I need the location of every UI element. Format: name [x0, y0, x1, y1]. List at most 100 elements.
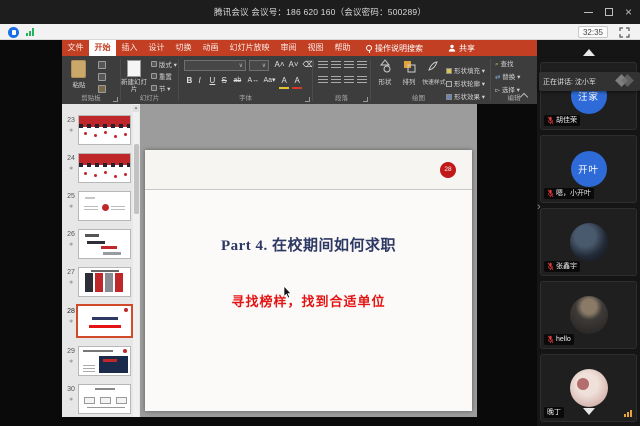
- current-slide[interactable]: 28 Part 4. 在校期间如何求职 寻找榜样，找到合适单位: [145, 150, 472, 411]
- thumbnail-slide-25[interactable]: [78, 191, 131, 221]
- group-editing: ⌕ 查找 ⇄ 替换 ▾ ▻ 选择 ▾ 编辑: [491, 56, 537, 104]
- thumb-number: 29: [65, 348, 77, 355]
- reset-button[interactable]: 重置: [151, 73, 172, 82]
- paragraph-dialog-launcher[interactable]: [363, 97, 368, 102]
- thumbnail-slide-27[interactable]: [78, 267, 131, 297]
- tab-review[interactable]: 审阅: [275, 40, 302, 56]
- speaking-now-banner: 正在讲话: 沈小军: [539, 72, 640, 91]
- font-dialog-launcher[interactable]: [305, 97, 310, 102]
- highlight-color-icon[interactable]: A: [279, 75, 289, 89]
- font-color-icon[interactable]: A: [292, 75, 302, 89]
- new-slide-label[interactable]: 新建幻灯片: [121, 79, 147, 93]
- mouse-cursor: [283, 286, 292, 299]
- indent-decrease-icon[interactable]: [344, 61, 354, 70]
- tab-home[interactable]: 开始: [89, 40, 116, 56]
- cut-icon[interactable]: [98, 61, 106, 69]
- participant-tile-4[interactable]: hello: [540, 281, 637, 349]
- tab-animations[interactable]: 动画: [197, 40, 224, 56]
- minimize-icon[interactable]: [584, 12, 593, 13]
- reset-icon: [151, 73, 157, 79]
- shrink-font-icon[interactable]: A˅: [286, 59, 301, 71]
- thumb-number: 25: [65, 193, 77, 200]
- meeting-app-icon[interactable]: [8, 27, 19, 38]
- slide-header-band: [145, 150, 472, 190]
- muted-mic-icon: [547, 335, 554, 344]
- clipboard-dialog-launcher[interactable]: [113, 97, 118, 102]
- text-shadow-button[interactable]: ab: [231, 75, 244, 87]
- slide-workspace: 28 Part 4. 在校期间如何求职 寻找榜样，找到合适单位: [140, 104, 477, 417]
- align-right-icon[interactable]: [344, 76, 354, 85]
- find-button[interactable]: ⌕ 查找: [495, 60, 513, 69]
- avatar: [570, 296, 608, 334]
- muted-mic-icon: [547, 189, 554, 198]
- animation-star-icon: ∗: [65, 241, 77, 248]
- group-clipboard: 粘贴 剪贴板: [62, 56, 120, 104]
- thumbnail-scrollbar[interactable]: ▴: [133, 104, 139, 417]
- align-center-icon[interactable]: [331, 76, 341, 85]
- scroll-participants-down-icon[interactable]: [583, 408, 595, 415]
- copy-icon[interactable]: [98, 73, 106, 81]
- tab-design[interactable]: 设计: [143, 40, 170, 56]
- scroll-up-icon[interactable]: ▴: [133, 105, 139, 112]
- ppt-share-button[interactable]: 共享: [448, 40, 475, 56]
- paste-label[interactable]: 粘贴: [67, 81, 91, 90]
- change-case-icon[interactable]: Aa▾: [261, 75, 278, 87]
- tab-transitions[interactable]: 切换: [170, 40, 197, 56]
- indent-increase-icon[interactable]: [357, 61, 367, 70]
- layout-icon: [151, 61, 157, 67]
- thumbnail-slide-29[interactable]: [78, 346, 131, 376]
- slide-subtitle[interactable]: 寻找榜样，找到合适单位: [145, 291, 472, 310]
- thumbnail-slide-28-selected[interactable]: [76, 304, 133, 338]
- replace-button[interactable]: ⇄ 替换 ▾: [495, 73, 520, 82]
- numbering-icon[interactable]: [331, 61, 341, 70]
- thumbnail-slide-24[interactable]: [78, 153, 131, 183]
- tab-view[interactable]: 视图: [302, 40, 329, 56]
- slide-thumbnail-panel: 23 ∗ 24 ∗ 25 ∗ 26 ∗ 27 ∗: [62, 104, 140, 417]
- italic-button[interactable]: I: [196, 75, 203, 87]
- ppt-ribbon: 文件 开始 插入 设计 切换 动画 幻灯片放映 审阅 视图 帮助 操作说明搜索 …: [62, 40, 537, 104]
- thumbnail-slide-30[interactable]: [78, 384, 131, 414]
- shared-screen: 文件 开始 插入 设计 切换 动画 幻灯片放映 审阅 视图 帮助 操作说明搜索 …: [0, 40, 537, 426]
- align-left-icon[interactable]: [318, 76, 328, 85]
- bold-button[interactable]: B: [184, 75, 195, 87]
- scroll-participants-up-icon[interactable]: [583, 49, 595, 56]
- thumbnail-slide-23[interactable]: [78, 115, 131, 145]
- bullets-icon[interactable]: [318, 61, 328, 70]
- maximize-icon[interactable]: [605, 8, 613, 16]
- replace-icon: ⇄: [495, 74, 500, 81]
- font-size-combo[interactable]: ∨: [249, 60, 269, 71]
- close-icon[interactable]: ×: [625, 7, 632, 17]
- shape-effects-item[interactable]: 形状效果 ▾: [446, 86, 485, 104]
- quick-styles-icon: [426, 59, 440, 73]
- animation-star-icon: ∗: [65, 165, 77, 172]
- muted-mic-icon: [547, 116, 554, 125]
- section-icon: [151, 85, 157, 91]
- slide-title[interactable]: Part 4. 在校期间如何求职: [145, 234, 472, 255]
- tab-help[interactable]: 帮助: [329, 40, 356, 56]
- tab-insert[interactable]: 插入: [116, 40, 143, 56]
- paste-icon[interactable]: [71, 60, 86, 78]
- network-signal-icon: [26, 28, 34, 36]
- columns-icon[interactable]: [357, 76, 367, 85]
- participant-tile-2[interactable]: 开叶 嗯，小开叶: [540, 135, 637, 203]
- char-spacing-icon[interactable]: A↔: [245, 75, 262, 87]
- fullscreen-icon[interactable]: [619, 27, 630, 38]
- grow-font-icon[interactable]: A˄: [272, 59, 287, 71]
- underline-button[interactable]: U: [207, 75, 218, 87]
- tab-slideshow[interactable]: 幻灯片放映: [224, 40, 275, 56]
- arrange-button[interactable]: 排列: [398, 59, 420, 87]
- new-slide-icon[interactable]: [127, 60, 141, 77]
- quick-styles-button[interactable]: 快速样式: [421, 59, 445, 87]
- tell-me-search[interactable]: 操作说明搜索: [366, 40, 423, 56]
- shapes-button[interactable]: 形状: [374, 59, 396, 87]
- font-name-combo[interactable]: ∨: [184, 60, 246, 71]
- tab-file[interactable]: 文件: [62, 40, 89, 56]
- scrollbar-thumb[interactable]: [134, 144, 139, 214]
- thumbnail-slide-26[interactable]: [78, 229, 131, 259]
- group-paragraph: 段落: [313, 56, 370, 104]
- layout-button[interactable]: 版式 ▾: [151, 61, 177, 70]
- participant-tile-3[interactable]: 张鑫宇: [540, 208, 637, 276]
- strikethrough-button[interactable]: S: [219, 75, 229, 87]
- arrange-icon: [402, 59, 416, 73]
- animation-star-icon: ∗: [65, 358, 77, 365]
